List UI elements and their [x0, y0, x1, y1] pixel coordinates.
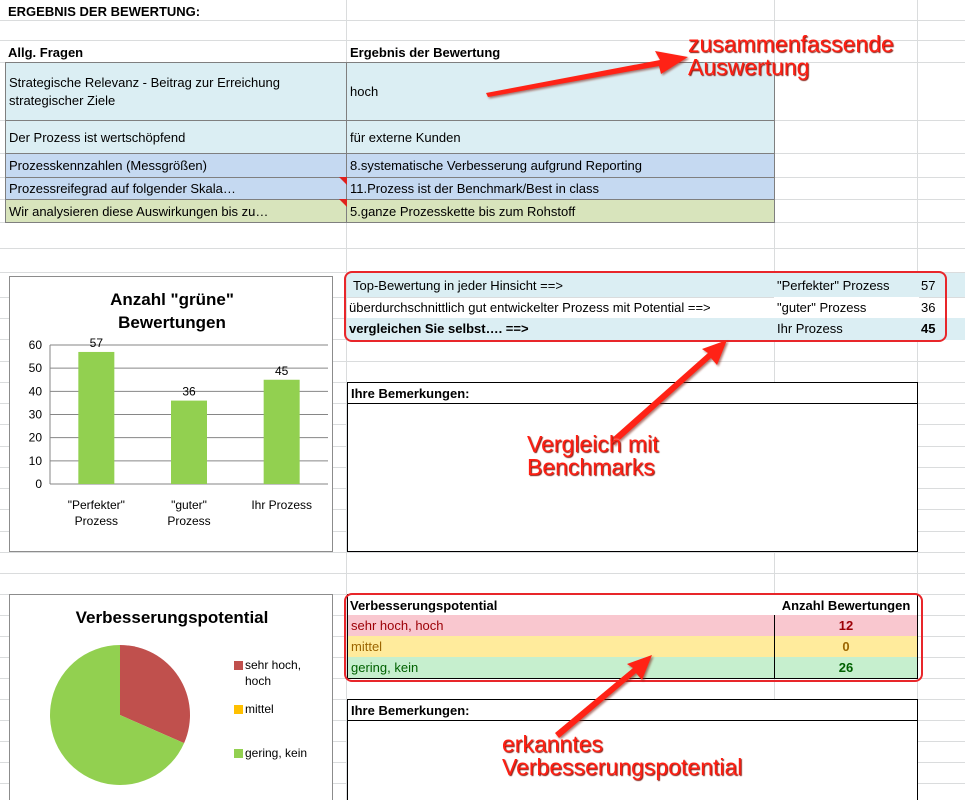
annotation-summary: zusammenfassende Auswertung	[688, 31, 894, 80]
annotation-arrows	[486, 51, 727, 738]
annotation-benchmarks: Vergleich mit Benchmarks	[527, 431, 659, 480]
arrow-icon	[610, 340, 727, 445]
arrow-icon	[486, 51, 688, 97]
arrow-icon	[555, 655, 652, 738]
annotation-improvement: erkanntes Verbesserungspotential	[502, 731, 743, 780]
